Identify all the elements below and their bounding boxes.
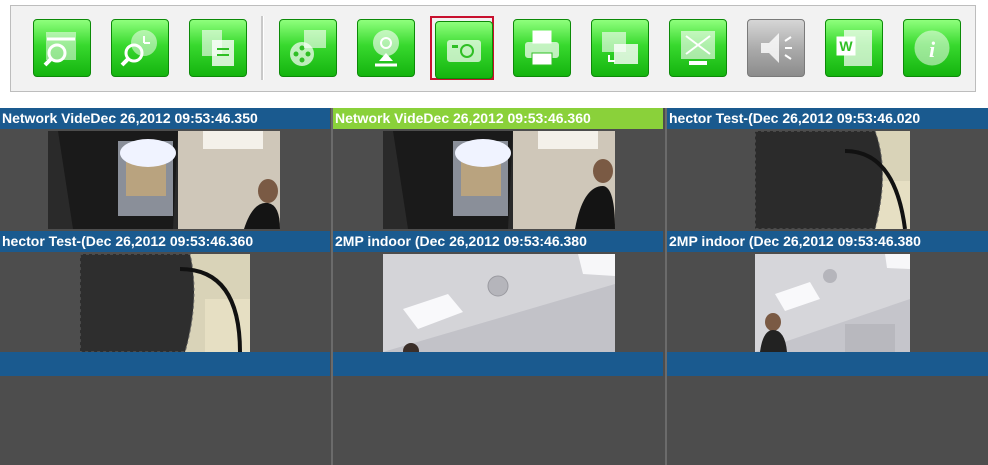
camera-title xyxy=(333,352,663,376)
calendar-search-icon xyxy=(43,32,76,67)
camera-tile[interactable]: 2MP indoor (Dec 26,2012 09:53:46.380 xyxy=(333,231,663,352)
fullscreen-button[interactable] xyxy=(666,16,730,80)
camera-tile[interactable]: 2MP indoor (Dec 26,2012 09:53:46.380 xyxy=(667,231,988,352)
camera-tile[interactable]: Network VideDec 26,2012 09:53:46.350 xyxy=(0,108,330,229)
word-document-icon: W xyxy=(836,30,872,66)
camera-tile[interactable]: Network VideDec 26,2012 09:53:46.360 xyxy=(333,108,663,229)
documents-button[interactable] xyxy=(186,16,250,80)
clock-search-icon xyxy=(120,30,157,67)
toolbar: W i xyxy=(10,5,976,92)
camera-title xyxy=(0,352,330,376)
video-grid: Network VideDec 26,2012 09:53:46.350 Net… xyxy=(0,108,988,465)
svg-text:i: i xyxy=(929,37,936,62)
camera-title xyxy=(667,352,988,376)
print-button[interactable] xyxy=(510,16,574,80)
documents-icon xyxy=(202,30,234,66)
video-feed xyxy=(383,131,615,229)
grid-divider xyxy=(665,108,667,465)
camera-tile-empty[interactable] xyxy=(333,352,663,376)
speaker-icon xyxy=(761,33,792,63)
playback-button[interactable] xyxy=(276,16,340,80)
film-reel-icon xyxy=(290,30,326,66)
fullscreen-icon xyxy=(681,31,715,65)
time-search-button[interactable] xyxy=(108,16,172,80)
camera-title: 2MP indoor (Dec 26,2012 09:53:46.380 xyxy=(333,231,663,252)
printer-icon xyxy=(525,30,559,66)
grid-divider xyxy=(331,108,333,465)
camera-title: 2MP indoor (Dec 26,2012 09:53:46.380 xyxy=(667,231,988,252)
record-upload-button[interactable] xyxy=(354,16,418,80)
snapshot-button[interactable] xyxy=(430,16,494,80)
export-word-button[interactable]: W xyxy=(822,16,886,80)
camera-title: Network VideDec 26,2012 09:53:46.360 xyxy=(333,108,663,129)
camera-snapshot-icon xyxy=(447,40,481,62)
camera-tile-empty[interactable] xyxy=(0,352,330,376)
audio-button xyxy=(744,16,808,80)
svg-text:W: W xyxy=(839,38,853,54)
video-feed xyxy=(755,131,910,229)
window-switch-icon xyxy=(602,32,638,64)
toolbar-separator xyxy=(261,16,264,80)
info-button[interactable]: i xyxy=(900,16,964,80)
record-upload-icon xyxy=(373,30,399,67)
camera-title: hector Test-(Dec 26,2012 09:53:46.020 xyxy=(667,108,988,129)
camera-title: Network VideDec 26,2012 09:53:46.350 xyxy=(0,108,330,129)
info-icon: i xyxy=(914,30,950,66)
window-switch-button[interactable] xyxy=(588,16,652,80)
camera-title: hector Test-(Dec 26,2012 09:53:46.360 xyxy=(0,231,330,252)
video-feed xyxy=(383,254,615,352)
calendar-search-button[interactable] xyxy=(30,16,94,80)
video-feed xyxy=(755,254,910,352)
video-feed xyxy=(48,131,280,229)
video-feed xyxy=(80,254,250,352)
camera-tile[interactable]: hector Test-(Dec 26,2012 09:53:46.020 xyxy=(667,108,988,229)
camera-tile[interactable]: hector Test-(Dec 26,2012 09:53:46.360 xyxy=(0,231,330,352)
camera-tile-empty[interactable] xyxy=(667,352,988,376)
